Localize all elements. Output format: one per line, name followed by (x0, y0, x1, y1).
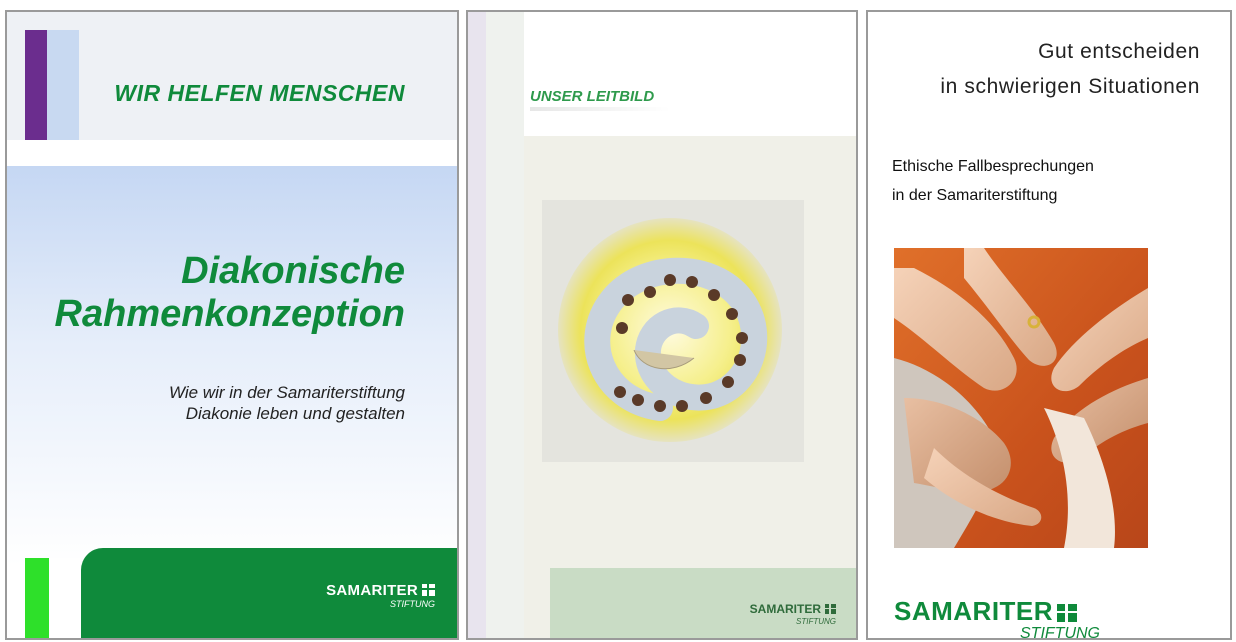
cover-subtitle-line2: in der Samariterstiftung (892, 187, 1058, 204)
white-accent-strip (49, 558, 81, 638)
bright-green-accent-strip (25, 558, 49, 638)
gradient-background (7, 166, 457, 566)
cover-title-line1: Gut entscheiden (1038, 40, 1200, 63)
logo-subtext: STIFTUNG (390, 598, 435, 609)
logo-wordmark: SAMARITER (749, 602, 821, 616)
samariter-logo: SAMARITER STIFTUNG (750, 602, 836, 626)
cover-title-line1: Diakonische (181, 250, 405, 292)
cover-header-band (524, 12, 856, 136)
spiral-artwork-image (542, 200, 804, 462)
cover-subtitle-line1: Wie wir in der Samariterstiftung (168, 383, 405, 402)
logo-subtext: STIFTUNG (796, 616, 836, 626)
lavender-accent-strip (468, 12, 486, 638)
cover-subtitle: Wie wir in der Samariterstiftung Diakoni… (25, 382, 405, 424)
samariter-logo: SAMARITER STIFTUNG (894, 596, 1100, 640)
cover-title: UNSER LEITBILD (530, 88, 655, 105)
cover-title-line2: Rahmenkonzeption (54, 293, 405, 335)
logo-wordmark: SAMARITER (894, 596, 1054, 626)
cover-title: Gut entscheiden in schwierigen Situation… (940, 34, 1200, 104)
cover-subtitle-line2: Diakonie leben und gestalten (185, 404, 405, 423)
samariter-logo: SAMARITER STIFTUNG (326, 582, 435, 609)
cover-subtitle: Ethische Fallbesprechungen in der Samari… (892, 152, 1094, 210)
brochure-cover-leitbild: UNSER LEITBILD SAMARITER STIFTUNG (466, 10, 858, 640)
logo-grid-icon (825, 603, 836, 617)
title-reflection (530, 107, 670, 111)
logo-grid-icon (422, 583, 435, 600)
brochure-cover-fallbesprechungen: Gut entscheiden in schwierigen Situation… (866, 10, 1232, 640)
cover-title: Diakonische Rahmenkonzeption (7, 250, 405, 336)
divider-band (7, 140, 457, 166)
brochure-cover-rahmenkonzeption: WIR HELFEN MENSCHEN Diakonische Rahmenko… (5, 10, 459, 640)
purple-accent-strip (25, 30, 47, 140)
pale-accent-strip (486, 12, 524, 638)
cover-title-line2: in schwierigen Situationen (940, 75, 1200, 98)
light-blue-accent-strip (47, 30, 79, 140)
logo-grid-icon (1057, 598, 1078, 629)
logo-subtext: STIFTUNG (1020, 624, 1100, 640)
logo-wordmark: SAMARITER (326, 582, 418, 599)
cover-tagline: WIR HELFEN MENSCHEN (114, 80, 405, 106)
holding-hands-photo (894, 248, 1148, 548)
cover-subtitle-line1: Ethische Fallbesprechungen (892, 158, 1094, 175)
